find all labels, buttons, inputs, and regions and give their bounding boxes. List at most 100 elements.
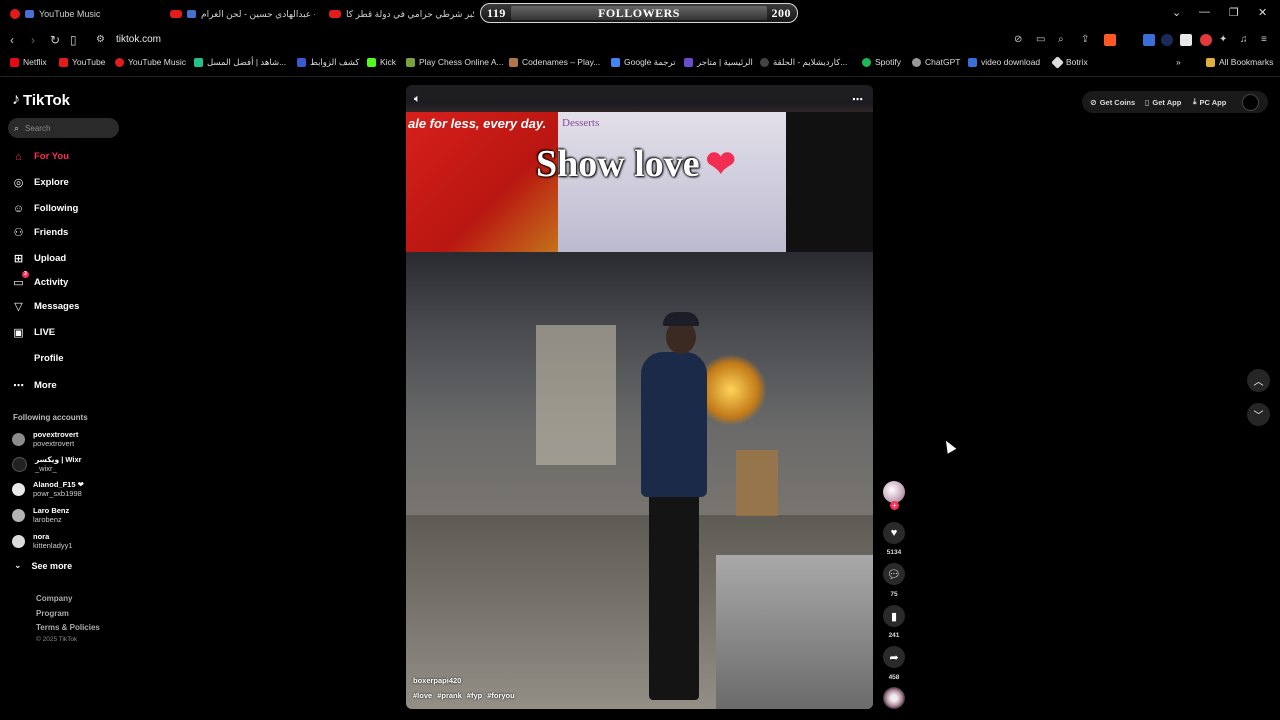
extension-moon-icon[interactable] [1161, 34, 1173, 46]
sidebar-item-following[interactable]: ☺ Following [12, 202, 78, 215]
hashtag[interactable]: #prank [437, 691, 462, 700]
get-app-button[interactable]: ▯ Get App [1145, 98, 1181, 107]
comment-button[interactable]: 💬︎ [883, 563, 905, 585]
avatar [12, 508, 25, 522]
friends-icon: ⚇ [13, 227, 24, 239]
search-input[interactable]: ⌕ Search [8, 118, 119, 138]
like-button[interactable]: ♥ [883, 522, 905, 544]
site-info-icon[interactable]: ⚙ [96, 33, 105, 47]
menu-board-title: Desserts [562, 117, 600, 129]
bookmark-links[interactable]: كشف الزوابط [297, 57, 359, 68]
bookmarks-overflow-icon[interactable]: » [1176, 57, 1181, 67]
cast-icon[interactable]: ▭ [1036, 33, 1045, 47]
footer-company-link[interactable]: Company [36, 594, 72, 603]
bookmark-chess[interactable]: Play Chess Online A... [406, 57, 504, 67]
profile-icon [12, 352, 25, 365]
hashtag[interactable]: #foryou [487, 691, 515, 700]
messages-icon: ▽ [14, 301, 23, 313]
bookmark-botrix[interactable]: Botrix [1051, 55, 1088, 69]
extension-blue-icon[interactable] [1143, 34, 1155, 46]
sidebar-item-live[interactable]: ▣ LIVE [12, 326, 55, 339]
following-account[interactable]: Alanod_F15 ❤ powr_sxb1998 [12, 480, 84, 498]
footer-terms-link[interactable]: Terms & Policies [36, 623, 100, 632]
bookmark-netflix[interactable]: Netflix [10, 57, 47, 67]
following-account[interactable]: nora kittenladyy1 [12, 532, 73, 550]
tiktok-logo[interactable]: ♪ TikTok [12, 91, 70, 109]
sidebar-item-explore[interactable]: ◎ Explore [12, 176, 69, 189]
pc-app-button[interactable]: ⤓ PC App [1193, 97, 1226, 107]
chevron-up-icon: ︿ [1253, 377, 1264, 388]
bookmark-youtube[interactable]: YouTube [59, 57, 105, 67]
bookmark-shahid[interactable]: شاهد | أفضل المسل... [194, 57, 286, 68]
bookmark-youtube-music[interactable]: YouTube Music [115, 57, 186, 67]
extension-red-icon[interactable] [1200, 34, 1212, 46]
volume-icon[interactable]: 🔈︎ [414, 93, 421, 106]
save-button[interactable]: ▮ [883, 605, 905, 627]
bookmark-video-download[interactable]: video download [968, 57, 1040, 67]
tab-arabic-video[interactable]: اكبر شرطي حرامي في دولة قطر كا... [329, 4, 474, 24]
follow-plus-icon[interactable]: + [890, 501, 899, 510]
close-icon[interactable]: ✕ [1258, 6, 1267, 19]
share-icon[interactable]: ⇪ [1081, 33, 1089, 47]
profile-avatar-button[interactable] [1242, 94, 1259, 111]
menu-icon[interactable]: ≡ [1261, 33, 1267, 47]
minimize-icon[interactable]: — [1199, 6, 1210, 18]
creator-avatar[interactable] [883, 481, 905, 503]
following-account[interactable]: ويكسر | Wixr _wixr_ [12, 455, 82, 473]
following-account[interactable]: Laro Benz larobenz [12, 506, 69, 524]
more-icon: ⋯ [13, 380, 24, 392]
sidebar-item-friends[interactable]: ⚇ Friends [12, 226, 69, 239]
hashtag[interactable]: #fyp [467, 691, 482, 700]
netflix-icon [10, 57, 19, 67]
following-account[interactable]: povextrovert povextrovert [12, 430, 78, 448]
extension-square-icon[interactable] [1180, 34, 1192, 46]
video-player[interactable]: ale for less, every day. Desserts Show l… [406, 85, 873, 709]
bookmark-spotify[interactable]: Spotify [862, 57, 901, 67]
tab-bar: YouTube Music عبدالهادي حسين - لحن الغرا… [0, 0, 1280, 28]
forward-icon[interactable]: › [31, 33, 35, 47]
hashtag[interactable]: #love [413, 691, 432, 700]
all-bookmarks[interactable]: All Bookmarks [1206, 57, 1273, 67]
next-video-button[interactable]: ﹀ [1247, 403, 1270, 426]
eye-off-icon[interactable]: ⊘ [1014, 33, 1022, 47]
sidebar-item-activity[interactable]: ▭ 3 Activity [12, 271, 68, 289]
bookmark-codenames[interactable]: Codenames – Play... [509, 57, 600, 67]
sidebar-item-for-you[interactable]: ⌂ For You [12, 150, 69, 163]
bookmark-kick[interactable]: Kick [367, 57, 396, 67]
see-more-button[interactable]: ⌄ See more [14, 560, 72, 571]
bookmark-stores[interactable]: الرئيسية | متاجر [684, 57, 753, 68]
music-icon[interactable]: ♫ [1240, 33, 1248, 47]
menu-promo-text: ale for less, every day. [408, 116, 547, 131]
zoom-icon[interactable]: ⌕ [1058, 33, 1064, 47]
bookmarks-bar: Netflix YouTube YouTube Music شاهد | أفض… [0, 54, 1280, 72]
tab-search-icon[interactable]: ⌄ [1172, 6, 1181, 19]
sidebar-item-messages[interactable]: ▽ Messages [12, 300, 79, 313]
brave-shield-icon[interactable] [1104, 34, 1116, 46]
extensions-icon[interactable]: ✦ [1219, 33, 1227, 47]
bookmark-google-translate[interactable]: Google ترجمة [611, 57, 676, 68]
display-case [536, 325, 616, 465]
following-icon: ☺ [12, 202, 25, 215]
tab-youtube-music[interactable]: YouTube Music [10, 4, 160, 24]
bookmark-icon[interactable]: ▯ [70, 33, 77, 47]
video-hashtags: #love #prank #fyp #foryou [413, 691, 515, 700]
share-button[interactable]: ➦ [883, 646, 905, 668]
bookmark-cardashian[interactable]: كارديشلايم - الحلقة... [760, 57, 847, 68]
sidebar-item-upload[interactable]: ⊞ Upload [12, 252, 66, 265]
sidebar-item-more[interactable]: ⋯ More [12, 379, 57, 392]
back-icon[interactable]: ‹ [10, 33, 14, 47]
bookmark-chatgpt[interactable]: ChatGPT [912, 57, 960, 67]
more-options-icon[interactable]: ⋯ [852, 93, 863, 106]
chatgpt-icon [912, 57, 921, 67]
get-coins-button[interactable]: ⊘ Get Coins [1090, 98, 1135, 107]
comment-count: 75 [890, 591, 898, 598]
footer-program-link[interactable]: Program [36, 609, 69, 618]
video-author[interactable]: boxerpapi420 [413, 676, 461, 685]
reload-icon[interactable]: ↻ [50, 33, 60, 47]
music-disc-icon[interactable] [883, 687, 905, 709]
tab-arabic-song[interactable]: عبدالهادي حسين - لحن الغرام - be [170, 4, 315, 24]
sidebar-item-profile[interactable]: Profile [12, 352, 64, 365]
previous-video-button[interactable]: ︿ [1247, 369, 1270, 392]
maximize-icon[interactable]: ❐ [1229, 6, 1239, 19]
url-field[interactable]: tiktok.com [116, 34, 161, 45]
